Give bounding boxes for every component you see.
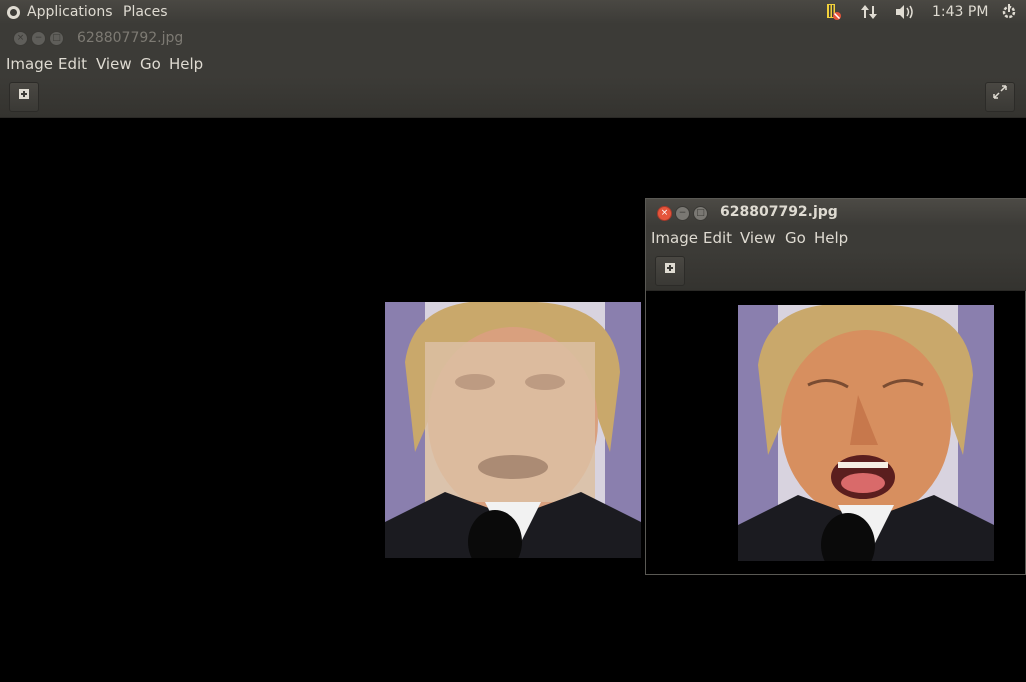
window-titlebar[interactable]: × − □ 628807792.jpg (0, 24, 1026, 51)
toolbar (646, 252, 1026, 291)
window-title: 628807792.jpg (720, 204, 838, 220)
maximize-icon[interactable]: □ (49, 31, 64, 46)
menu-go[interactable]: Go (140, 55, 161, 73)
menu-help[interactable]: Help (814, 229, 848, 247)
menu-go[interactable]: Go (785, 229, 806, 247)
places-menu[interactable]: Places (123, 4, 168, 20)
menu-image[interactable]: Image (651, 229, 698, 247)
fullscreen-icon (993, 85, 1007, 99)
close-icon[interactable]: × (657, 206, 672, 221)
menu-image[interactable]: Image (6, 55, 53, 73)
menu-edit[interactable]: Edit (58, 55, 87, 73)
keyboard-indicator-icon[interactable] (825, 3, 843, 25)
close-icon[interactable]: × (13, 31, 28, 46)
top-panel: Applications Places 1:43 PM (0, 0, 1026, 24)
toolbar (0, 77, 1026, 118)
menu-help[interactable]: Help (169, 55, 203, 73)
fullscreen-button[interactable] (985, 82, 1015, 112)
menu-view[interactable]: View (740, 229, 776, 247)
maximize-icon[interactable]: □ (693, 206, 708, 221)
window-title: 628807792.jpg (77, 30, 184, 46)
displayed-image-original-face (738, 305, 994, 561)
menubar: Image Edit View Go Help (0, 51, 1026, 77)
menu-edit[interactable]: Edit (703, 229, 732, 247)
minimize-icon[interactable]: − (675, 206, 690, 221)
plus-icon (665, 263, 675, 273)
window-titlebar[interactable]: × − □ 628807792.jpg (646, 199, 1026, 226)
plus-icon (19, 89, 29, 99)
clock[interactable]: 1:43 PM (932, 4, 988, 20)
volume-icon[interactable] (894, 3, 916, 25)
session-gear-icon[interactable] (1000, 3, 1018, 25)
add-button[interactable] (655, 256, 685, 286)
menubar: Image Edit View Go Help (646, 226, 1026, 252)
image-viewer-window-front: × − □ 628807792.jpg Image Edit View Go H… (645, 198, 1026, 575)
network-icon[interactable] (860, 3, 878, 25)
menu-view[interactable]: View (96, 55, 132, 73)
minimize-icon[interactable]: − (31, 31, 46, 46)
add-button[interactable] (9, 82, 39, 112)
displayed-image-swapped-face (385, 302, 641, 558)
applications-menu[interactable]: Applications (27, 4, 113, 20)
ubuntu-logo-icon[interactable] (7, 6, 20, 19)
